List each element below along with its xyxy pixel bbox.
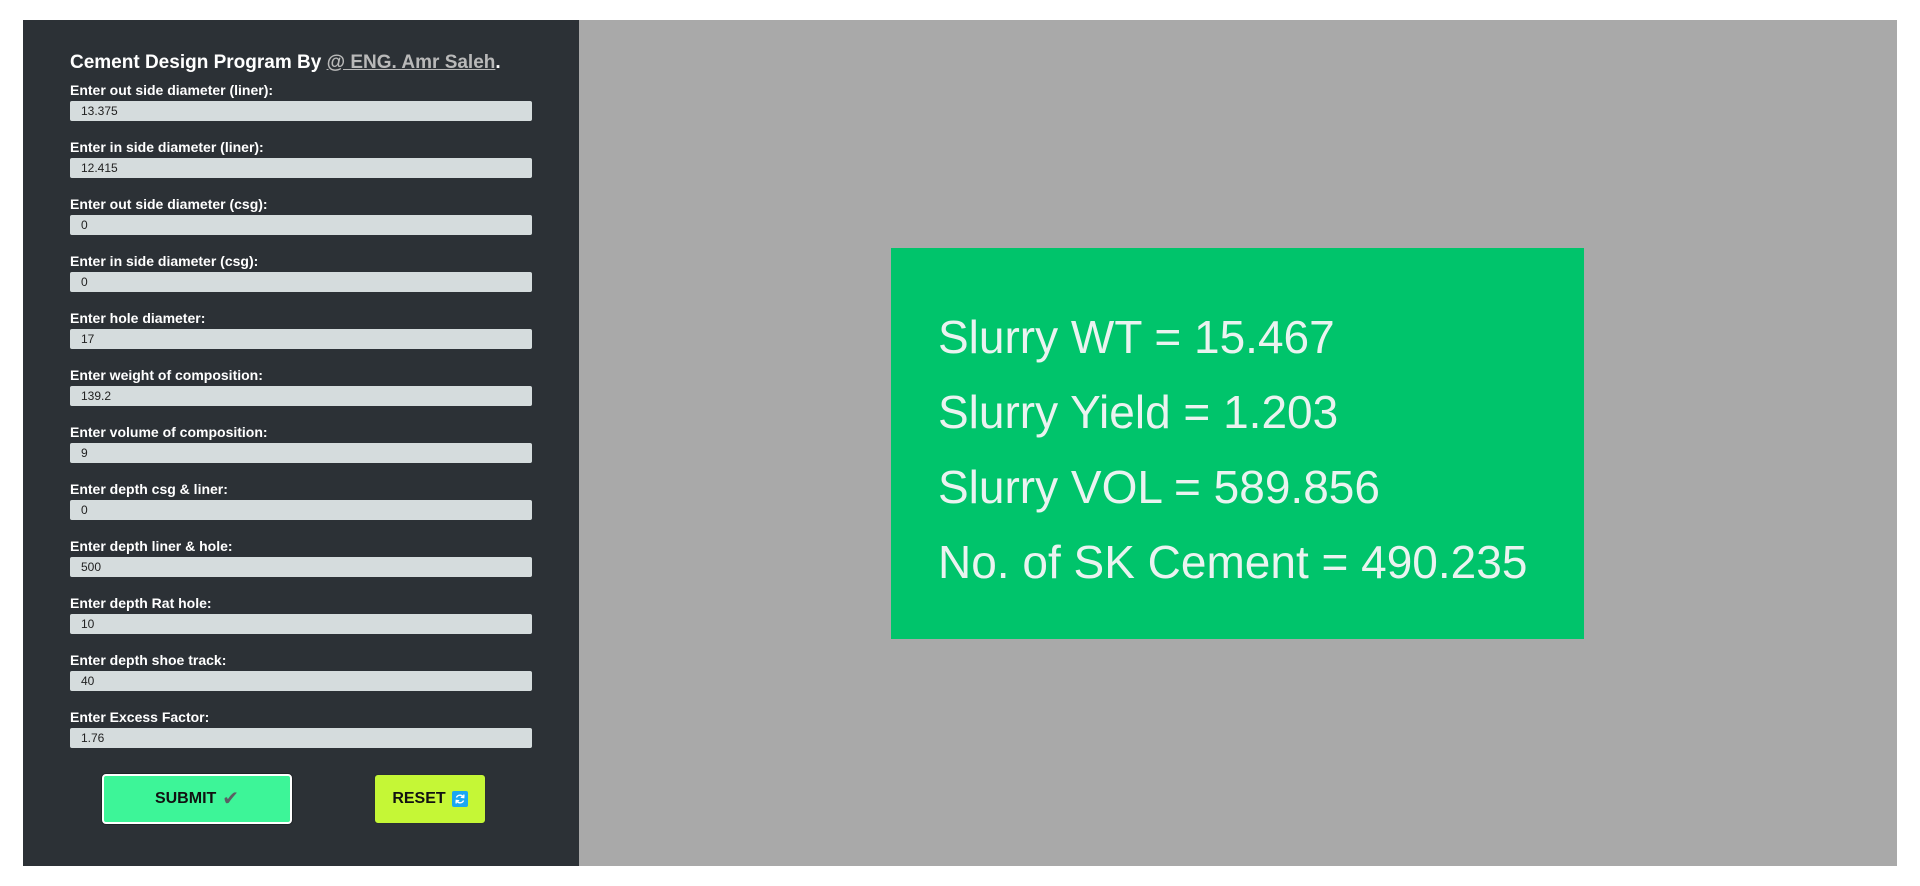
field-excess-factor: Enter Excess Factor: <box>70 709 532 766</box>
refresh-icon-glyph <box>455 794 465 804</box>
field-label: Enter depth Rat hole: <box>70 595 212 611</box>
form-title: Cement Design Program By @ ENG. Amr Sale… <box>70 51 532 75</box>
field-od-liner: Enter out side diameter (liner): <box>70 82 532 139</box>
form-title-suffix: . <box>495 52 501 73</box>
field-od-csg: Enter out side diameter (csg): <box>70 196 532 253</box>
submit-label: SUBMIT <box>154 790 217 807</box>
field-id-liner: Enter in side diameter (liner): <box>70 139 532 196</box>
field-hole-diameter: Enter hole diameter: <box>70 310 532 367</box>
depth-liner-hole-input[interactable] <box>70 557 532 577</box>
composition-weight-input[interactable] <box>70 386 532 406</box>
field-label: Enter in side diameter (csg): <box>70 253 259 269</box>
od-csg-input[interactable] <box>70 215 532 235</box>
result-card: Slurry WT = 15.467 Slurry Yield = 1.203 … <box>891 248 1584 639</box>
id-liner-input[interactable] <box>70 158 532 178</box>
field-label: Enter Excess Factor: <box>70 709 210 725</box>
results-panel: Slurry WT = 15.467 Slurry Yield = 1.203 … <box>579 20 1897 866</box>
depth-shoe-track-input[interactable] <box>70 671 532 691</box>
depth-rat-hole-input[interactable] <box>70 614 532 634</box>
form-buttons: SUBMIT ✔ RESET <box>102 774 492 826</box>
depth-csg-liner-input[interactable] <box>70 500 532 520</box>
field-label: Enter out side diameter (liner): <box>70 82 274 98</box>
field-label: Enter out side diameter (csg): <box>70 196 268 212</box>
field-depth-shoe-track: Enter depth shoe track: <box>70 652 532 709</box>
sk-cement-result: No. of SK Cement = 490.235 <box>938 536 1528 588</box>
field-label: Enter in side diameter (liner): <box>70 139 264 155</box>
slurry-wt-result: Slurry WT = 15.467 <box>938 311 1335 363</box>
hole-diameter-input[interactable] <box>70 329 532 349</box>
submit-button[interactable]: SUBMIT ✔ <box>102 774 292 824</box>
field-label: Enter depth csg & liner: <box>70 481 228 497</box>
field-label: Enter depth liner & hole: <box>70 538 233 554</box>
refresh-icon <box>451 791 468 807</box>
composition-volume-input[interactable] <box>70 443 532 463</box>
field-label: Enter depth shoe track: <box>70 652 227 668</box>
field-label: Enter weight of composition: <box>70 367 263 383</box>
form-title-text: Cement Design Program By <box>70 52 327 73</box>
app-container: Cement Design Program By @ ENG. Amr Sale… <box>23 20 1897 866</box>
field-id-csg: Enter in side diameter (csg): <box>70 253 532 310</box>
od-liner-input[interactable] <box>70 101 532 121</box>
field-depth-liner-hole: Enter depth liner & hole: <box>70 538 532 595</box>
field-composition-weight: Enter weight of composition: <box>70 367 532 424</box>
reset-button[interactable]: RESET <box>374 774 486 824</box>
field-label: Enter volume of composition: <box>70 424 268 440</box>
checkmark-icon: ✔ <box>222 788 240 810</box>
field-composition-volume: Enter volume of composition: <box>70 424 532 481</box>
id-csg-input[interactable] <box>70 272 532 292</box>
field-label: Enter hole diameter: <box>70 310 206 326</box>
field-depth-csg-liner: Enter depth csg & liner: <box>70 481 532 538</box>
author-link[interactable]: @ ENG. Amr Saleh <box>327 52 496 73</box>
excess-factor-input[interactable] <box>70 728 532 748</box>
field-depth-rat-hole: Enter depth Rat hole: <box>70 595 532 652</box>
slurry-vol-result: Slurry VOL = 589.856 <box>938 461 1380 513</box>
reset-label: RESET <box>392 790 446 807</box>
slurry-yield-result: Slurry Yield = 1.203 <box>938 386 1339 438</box>
input-form-panel: Cement Design Program By @ ENG. Amr Sale… <box>23 20 579 866</box>
